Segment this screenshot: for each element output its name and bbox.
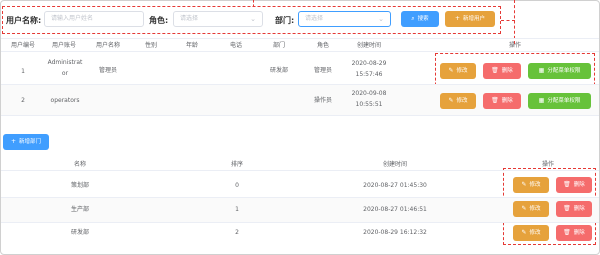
column-header: 用户账号 [51,42,76,49]
edit-icon: ✎ [448,67,454,74]
delete-button-label: 删除 [501,68,513,74]
table-divider [1,222,599,223]
trash-icon: 🗑 [491,67,499,74]
delete-button[interactable]: 🗑 删除 [556,201,592,217]
assign-menu-button[interactable]: ▦ 分配菜单权限 [528,63,591,79]
search-icon: ⌕ [411,15,415,22]
column-header: 用户编号 [10,42,35,49]
assign-menu-button-label: 分配菜单权限 [547,98,581,104]
delete-button-label: 删除 [573,206,585,212]
add-user-button[interactable]: + 新增用户 [445,11,495,27]
trash-icon: 🗑 [563,229,571,236]
column-header: 操作 [541,161,554,168]
assign-menu-button-label: 分配菜单权限 [547,68,581,74]
user-created-date: 2020-09-08 [351,90,387,97]
table-divider [1,51,599,52]
username-input[interactable]: 请输入用户姓名 [44,11,144,27]
column-header: 名称 [73,161,86,168]
delete-button-label: 删除 [573,230,585,236]
edit-button-label: 修改 [456,98,468,104]
plus-icon: + [10,138,16,145]
table-divider [1,38,599,39]
user-account: operators [50,97,80,104]
user-role: 管理员 [313,67,332,74]
user-created-time: 10:55:51 [355,101,383,108]
edit-icon: ✎ [521,229,527,236]
user-created-time: 15:57:46 [355,71,383,78]
plus-icon: + [454,15,460,22]
dept-name: 策划部 [70,182,89,189]
user-account-wrap: or [61,70,69,77]
dept-select[interactable]: 请选择 ⌄ [298,11,391,27]
dept-name: 研发部 [70,229,89,236]
annotation-connector [501,20,515,21]
delete-button[interactable]: 🗑 删除 [483,63,521,79]
column-header: 年龄 [185,42,198,49]
delete-button[interactable]: 🗑 删除 [556,225,592,241]
table-divider [1,115,599,116]
edit-icon: ✎ [448,97,454,104]
trash-icon: 🗑 [563,205,571,212]
add-dept-button[interactable]: + 新增部门 [3,134,49,150]
search-button-label: 搜索 [417,16,429,22]
add-dept-button-label: 新增部门 [19,139,42,145]
edit-button[interactable]: ✎ 修改 [513,225,549,241]
edit-button[interactable]: ✎ 修改 [440,93,476,109]
edit-button-label: 修改 [529,230,541,236]
role-select-placeholder: 请选择 [180,15,199,22]
username-label: 用户名称: [6,16,42,25]
dept-created: 2020-08-27 01:45:30 [363,182,427,189]
chevron-down-icon: ⌄ [250,15,256,23]
dept-order: 2 [235,229,239,236]
assign-menu-button[interactable]: ▦ 分配菜单权限 [528,93,591,109]
user-id: 1 [21,68,25,75]
search-button[interactable]: ⌕ 搜索 [401,11,439,27]
dept-select-placeholder: 请选择 [305,15,324,22]
role-label: 角色: [149,16,169,25]
user-name: 管理员 [98,67,117,74]
edit-button[interactable]: ✎ 修改 [440,63,476,79]
column-header: 排序 [230,161,243,168]
edit-icon: ✎ [521,181,527,188]
column-header: 操作 [508,42,521,49]
chevron-down-icon: ⌄ [378,15,384,23]
trash-icon: 🗑 [491,97,499,104]
user-dept: 研发部 [269,67,288,74]
edit-icon: ✎ [521,205,527,212]
user-id: 2 [21,97,25,104]
dept-name: 生产部 [70,206,89,213]
table-divider [1,170,599,171]
dept-created: 2020-08-29 16:12:32 [363,229,427,236]
user-account: Administrat [47,59,83,66]
delete-button[interactable]: 🗑 删除 [483,93,521,109]
dept-order: 1 [235,206,239,213]
edit-button[interactable]: ✎ 修改 [513,201,549,217]
trash-icon: 🗑 [563,181,571,188]
delete-button-label: 删除 [573,182,585,188]
user-role: 操作员 [313,97,332,104]
column-header: 性别 [144,42,157,49]
edit-button-label: 修改 [529,182,541,188]
delete-button-label: 删除 [501,98,513,104]
user-created-date: 2020-08-29 [351,60,387,67]
column-header: 电话 [229,42,242,49]
add-user-button-label: 新增用户 [463,16,486,22]
role-select[interactable]: 请选择 ⌄ [173,11,263,27]
column-header: 创建时间 [356,42,381,49]
column-header: 创建时间 [382,161,407,168]
grid-icon: ▦ [538,97,545,104]
column-header: 部门 [272,42,285,49]
column-header: 用户名称 [95,42,120,49]
edit-button-label: 修改 [529,206,541,212]
dept-label: 部门: [275,16,295,25]
grid-icon: ▦ [538,67,545,74]
delete-button[interactable]: 🗑 删除 [556,177,592,193]
edit-button[interactable]: ✎ 修改 [513,177,549,193]
column-header: 角色 [316,42,329,49]
dept-order: 0 [235,182,239,189]
dept-created: 2020-08-27 01:46:51 [363,206,427,213]
edit-button-label: 修改 [456,68,468,74]
